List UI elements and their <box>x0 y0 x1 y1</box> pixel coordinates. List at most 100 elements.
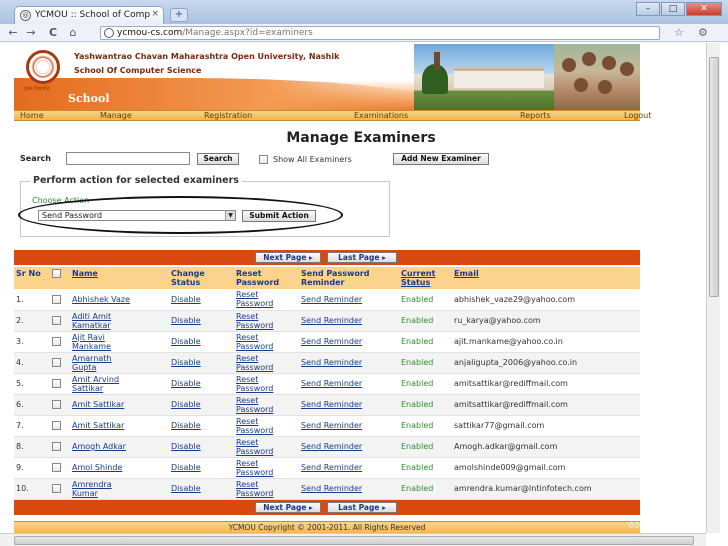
row-email: abhishek_vaze29@yahoo.com <box>452 289 640 311</box>
row-reminder-cell: Send Reminder <box>299 457 399 479</box>
horizontal-scrollbar[interactable] <box>0 533 706 546</box>
row-checkbox[interactable] <box>52 379 61 388</box>
last-page-button-bottom[interactable]: Last Page ▸ <box>327 502 397 513</box>
bookmark-star-icon[interactable]: ☆ <box>674 26 684 39</box>
reset-password-link[interactable]: Reset Password <box>236 354 297 372</box>
reset-password-link[interactable]: Reset Password <box>236 438 297 456</box>
wrench-icon[interactable]: ⚙ <box>698 26 708 39</box>
reset-password-link[interactable]: Reset Password <box>236 480 297 498</box>
row-change-status-cell: Disable <box>169 394 234 416</box>
send-reminder-link[interactable]: Send Reminder <box>301 316 362 325</box>
col-current-status[interactable]: Current Status <box>399 267 452 289</box>
next-page-button[interactable]: Next Page ▸ <box>255 252 321 263</box>
row-reminder-cell: Send Reminder <box>299 415 399 437</box>
last-page-button[interactable]: Last Page ▸ <box>327 252 397 263</box>
disable-link[interactable]: Disable <box>171 316 201 325</box>
row-checkbox[interactable] <box>52 337 61 346</box>
disable-link[interactable]: Disable <box>171 442 201 451</box>
row-reminder-cell: Send Reminder <box>299 478 399 500</box>
menu-home[interactable]: Home <box>20 111 44 121</box>
send-reminder-link[interactable]: Send Reminder <box>301 442 362 451</box>
vertical-scrollbar[interactable] <box>706 43 720 533</box>
disable-link[interactable]: Disable <box>171 463 201 472</box>
reload-icon[interactable]: C <box>46 26 60 39</box>
back-icon[interactable]: ← <box>6 26 20 39</box>
col-email[interactable]: Email <box>452 267 640 289</box>
row-checkbox[interactable] <box>52 463 61 472</box>
reset-password-link[interactable]: Reset Password <box>236 375 297 393</box>
send-reminder-link[interactable]: Send Reminder <box>301 484 362 493</box>
menu-manage[interactable]: Manage <box>100 111 132 121</box>
examiners-table: Sr No Name Change Status Reset Password … <box>14 267 640 500</box>
examiner-name-link[interactable]: Amogh Adkar <box>72 442 126 451</box>
student-figure <box>602 56 616 70</box>
send-reminder-link[interactable]: Send Reminder <box>301 379 362 388</box>
reset-password-link[interactable]: Reset Password <box>236 459 297 477</box>
send-reminder-link[interactable]: Send Reminder <box>301 400 362 409</box>
menu-reports[interactable]: Reports <box>520 111 551 121</box>
examiner-name-link[interactable]: Amit Sattikar <box>72 400 124 409</box>
vertical-scroll-thumb[interactable] <box>709 57 719 297</box>
send-reminder-link[interactable]: Send Reminder <box>301 358 362 367</box>
send-reminder-link[interactable]: Send Reminder <box>301 463 362 472</box>
search-button[interactable]: Search <box>197 153 239 165</box>
examiner-name-link[interactable]: Abhishek Vaze <box>72 295 130 304</box>
row-checkbox[interactable] <box>52 358 61 367</box>
examiner-name-link[interactable]: Amol Shinde <box>72 463 122 472</box>
row-checkbox[interactable] <box>52 421 61 430</box>
new-tab-button[interactable]: + <box>170 8 188 22</box>
select-all-checkbox[interactable] <box>52 269 61 278</box>
reset-password-link[interactable]: Reset Password <box>236 312 297 330</box>
browser-tab[interactable]: ◎ YCMOU :: School of Comp × <box>14 6 164 24</box>
examiner-name-link[interactable]: Ajit Ravi Mankame <box>72 333 134 351</box>
examiner-name-link[interactable]: Amarnath Gupta <box>72 354 134 372</box>
row-name-cell: Amit Arvind Sattikar <box>70 373 169 395</box>
disable-link[interactable]: Disable <box>171 337 201 346</box>
maximize-button[interactable]: □ <box>661 2 685 16</box>
row-checkbox[interactable] <box>52 294 61 304</box>
row-checkbox[interactable] <box>52 442 61 451</box>
disable-link[interactable]: Disable <box>171 400 201 409</box>
col-name[interactable]: Name <box>70 267 169 289</box>
reset-password-link[interactable]: Reset Password <box>236 290 297 308</box>
add-new-examiner-button[interactable]: Add New Examiner <box>393 153 489 165</box>
row-name-cell: Abhishek Vaze <box>70 289 169 311</box>
disable-link[interactable]: Disable <box>171 484 201 493</box>
examiner-name-link[interactable]: Amit Sattikar <box>72 421 124 430</box>
search-input[interactable] <box>66 152 190 165</box>
row-change-status-cell: Disable <box>169 457 234 479</box>
forward-icon[interactable]: → <box>24 26 38 39</box>
reset-password-link[interactable]: Reset Password <box>236 396 297 414</box>
home-icon[interactable]: ⌂ <box>66 26 80 39</box>
row-select-cell <box>50 415 70 437</box>
reset-password-link[interactable]: Reset Password <box>236 333 297 351</box>
row-email: anjaligupta_2006@yahoo.co.in <box>452 352 640 374</box>
disable-link[interactable]: Disable <box>171 379 201 388</box>
examiner-name-link[interactable]: Aditi Amit Kamatkar <box>72 312 134 330</box>
examiner-name-link[interactable]: Amit Arvind Sattikar <box>72 375 134 393</box>
horizontal-scroll-thumb[interactable] <box>14 536 694 545</box>
tab-close-icon[interactable]: × <box>151 9 159 19</box>
disable-link[interactable]: Disable <box>171 358 201 367</box>
disable-link[interactable]: Disable <box>171 295 201 304</box>
send-reminder-link[interactable]: Send Reminder <box>301 295 362 304</box>
row-checkbox[interactable] <box>52 400 61 409</box>
next-page-button-bottom[interactable]: Next Page ▸ <box>255 502 321 513</box>
show-all-checkbox[interactable] <box>259 155 268 164</box>
row-sr: 10. <box>14 478 50 500</box>
menu-logout[interactable]: Logout <box>624 111 651 121</box>
menu-registration[interactable]: Registration <box>204 111 252 121</box>
disable-link[interactable]: Disable <box>171 421 201 430</box>
row-checkbox[interactable] <box>52 484 61 493</box>
send-reminder-link[interactable]: Send Reminder <box>301 337 362 346</box>
send-reminder-link[interactable]: Send Reminder <box>301 421 362 430</box>
address-bar[interactable]: ycmou-cs.com/Manage.aspx?id=examiners <box>100 26 660 40</box>
row-checkbox[interactable] <box>52 316 61 325</box>
row-select-cell <box>50 394 70 416</box>
examiner-name-link[interactable]: Amrendra Kumar <box>72 480 134 498</box>
favicon-icon: ◎ <box>20 10 31 21</box>
minimize-button[interactable]: – <box>636 2 660 16</box>
close-window-button[interactable]: ✕ <box>686 2 722 16</box>
reset-password-link[interactable]: Reset Password <box>236 417 297 435</box>
menu-examinations[interactable]: Examinations <box>354 111 408 121</box>
